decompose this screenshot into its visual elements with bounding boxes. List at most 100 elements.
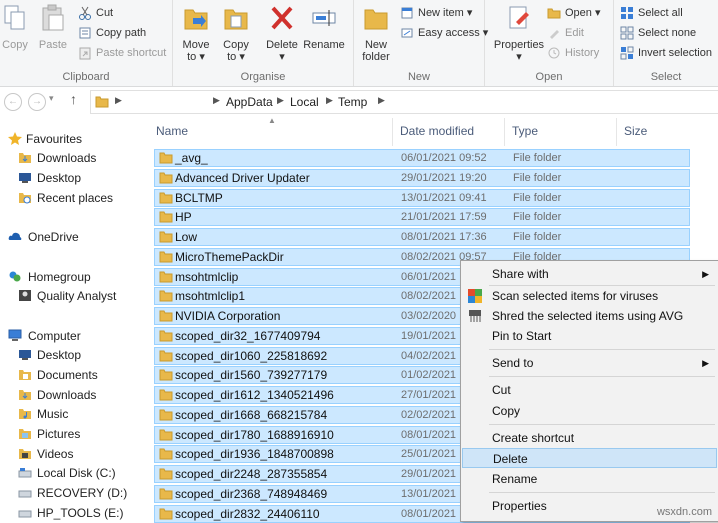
- menu-item-pin-to-start[interactable]: Pin to Start: [462, 326, 717, 346]
- column-divider[interactable]: [616, 118, 617, 146]
- new-item-icon: [401, 7, 413, 19]
- breadcrumb-appdata[interactable]: AppData: [226, 95, 273, 109]
- copy-path-button[interactable]: Copy path: [76, 24, 146, 42]
- rename-button[interactable]: Rename: [303, 4, 345, 51]
- file-type: File folder: [513, 171, 562, 184]
- paste-shortcut-button[interactable]: Paste shortcut: [76, 44, 166, 62]
- menu-item-cut[interactable]: Cut: [462, 380, 717, 400]
- open-group: Properties ▾ Open ▾ Edit History Open: [485, 0, 614, 86]
- column-divider[interactable]: [392, 118, 393, 146]
- table-row[interactable]: HP 21/01/2021 17:59 File folder: [154, 208, 690, 227]
- file-name: Low: [175, 230, 198, 244]
- nav-pc-downloads[interactable]: Downloads: [18, 385, 96, 405]
- nav-hp-tools-drive[interactable]: HP_TOOLS (E:): [18, 503, 123, 523]
- forward-button[interactable]: →: [28, 93, 46, 111]
- nav-music[interactable]: Music: [18, 404, 68, 424]
- column-header-size[interactable]: Size: [624, 124, 647, 138]
- file-name: MicroThemePackDir: [175, 249, 284, 264]
- history-icon: [548, 47, 560, 59]
- select-group: Select all Select none Invert selection …: [614, 0, 718, 86]
- up-arrow-icon: ↑: [70, 91, 77, 107]
- recent-locations-icon[interactable]: ▾: [49, 93, 54, 104]
- breadcrumb-local[interactable]: Local: [290, 95, 319, 109]
- nav-pc-desktop[interactable]: Desktop: [18, 345, 81, 365]
- back-button[interactable]: ←: [4, 93, 22, 111]
- up-button[interactable]: ↑: [70, 91, 77, 107]
- file-date-modified: 08/01/2021 17:36: [401, 231, 487, 243]
- nav-onedrive[interactable]: OneDrive: [8, 227, 79, 247]
- new-item-button[interactable]: New item ▾: [398, 4, 472, 22]
- copy-button[interactable]: Copy: [2, 4, 28, 51]
- menu-item-share-with[interactable]: Share with ▶: [462, 264, 717, 284]
- properties-label: Properties ▾: [493, 39, 545, 63]
- file-name: HP: [175, 210, 192, 225]
- new-group: New folder New item ▾ Easy access ▾ New: [354, 0, 488, 86]
- menu-item-delete[interactable]: Delete: [462, 448, 717, 468]
- folder-icon: [159, 192, 173, 203]
- nav-recent-places[interactable]: Recent places: [18, 188, 113, 208]
- invert-selection-icon: [620, 46, 634, 60]
- easy-access-icon: [401, 28, 413, 38]
- history-button[interactable]: History: [545, 44, 599, 62]
- menu-item-rename[interactable]: Rename: [462, 469, 717, 489]
- watermark: wsxdn.com: [656, 506, 712, 518]
- table-row[interactable]: Advanced Driver Updater 29/01/2021 19:20 F…: [154, 168, 690, 187]
- open-button[interactable]: Open ▾: [545, 4, 601, 22]
- cut-button[interactable]: Cut: [76, 4, 113, 22]
- folder-icon: [159, 468, 173, 480]
- easy-access-button[interactable]: Easy access ▾: [398, 24, 488, 42]
- menu-item-send-to[interactable]: Send to ▶: [462, 353, 717, 373]
- properties-icon: [509, 6, 529, 29]
- nav-desktop[interactable]: Desktop: [18, 168, 81, 188]
- copy-to-button[interactable]: Copy to ▾: [219, 4, 253, 63]
- file-date-modified: 04/02/2021: [401, 349, 457, 362]
- drive-icon: [18, 468, 32, 478]
- nav-pictures[interactable]: Pictures: [18, 424, 80, 444]
- folder-icon: [159, 310, 173, 322]
- menu-item-shred-avg[interactable]: Shred the selected items using AVG: [462, 306, 717, 326]
- paste-icon: [42, 4, 64, 31]
- column-header-type[interactable]: Type: [512, 124, 538, 138]
- file-type: File folder: [513, 152, 562, 164]
- folder-icon: [95, 96, 109, 108]
- properties-button[interactable]: Properties ▾: [493, 4, 545, 63]
- address-field[interactable]: ▶ ▶ AppData ▶ Local ▶ Temp ▶: [90, 90, 718, 114]
- nav-documents[interactable]: Documents: [18, 365, 98, 385]
- folder-icon: [159, 389, 173, 401]
- select-all-button[interactable]: Select all: [618, 4, 683, 22]
- move-to-button[interactable]: Move to ▾: [179, 4, 213, 63]
- column-divider[interactable]: [504, 118, 505, 146]
- invert-selection-button[interactable]: Invert selection: [618, 44, 712, 62]
- file-name: BCLTMP: [175, 190, 223, 205]
- nav-homegroup[interactable]: Homegroup: [8, 267, 91, 287]
- move-to-label: Move to ▾: [182, 39, 210, 63]
- delete-button[interactable]: Delete ▾: [265, 4, 299, 63]
- nav-favourites[interactable]: Favourites: [8, 129, 82, 149]
- column-header-date-modified[interactable]: Date modified: [400, 124, 474, 138]
- new-folder-button[interactable]: New folder: [358, 4, 394, 63]
- folder-icon: [159, 271, 173, 282]
- select-none-button[interactable]: Select none: [618, 24, 696, 42]
- column-header-name[interactable]: Name: [156, 124, 188, 138]
- menu-item-copy[interactable]: Copy: [462, 401, 717, 421]
- menu-item-create-shortcut[interactable]: Create shortcut: [462, 428, 717, 448]
- nav-computer[interactable]: Computer: [8, 326, 81, 346]
- breadcrumb-temp[interactable]: Temp: [338, 95, 367, 109]
- nav-recovery-drive[interactable]: RECOVERY (D:): [18, 483, 127, 503]
- nav-local-disk[interactable]: Local Disk (C:): [18, 463, 116, 483]
- organise-group-label: Organise: [240, 71, 286, 83]
- nav-videos[interactable]: Videos: [18, 444, 73, 464]
- new-folder-label: New folder: [362, 39, 390, 63]
- nav-quality-analyst[interactable]: Quality Analyst: [18, 286, 116, 306]
- table-row[interactable]: _avg_ 06/01/2021 09:52 File folder: [154, 149, 690, 167]
- nav-downloads[interactable]: Downloads: [18, 148, 96, 168]
- table-row[interactable]: Low 08/01/2021 17:36 File folder: [154, 228, 690, 246]
- file-date-modified: 13/01/2021: [401, 487, 457, 500]
- folder-icon: [159, 508, 173, 519]
- paste-button[interactable]: Paste: [38, 4, 68, 51]
- recent-places-icon: [19, 193, 31, 204]
- organise-group: Move to ▾ Copy to ▾ Delete ▾ Rename Orga…: [173, 0, 354, 86]
- table-row[interactable]: BCLTMP 13/01/2021 09:41 File folder: [154, 188, 690, 207]
- edit-button[interactable]: Edit: [545, 24, 584, 42]
- menu-item-scan-viruses[interactable]: Scan selected items for viruses: [462, 286, 717, 306]
